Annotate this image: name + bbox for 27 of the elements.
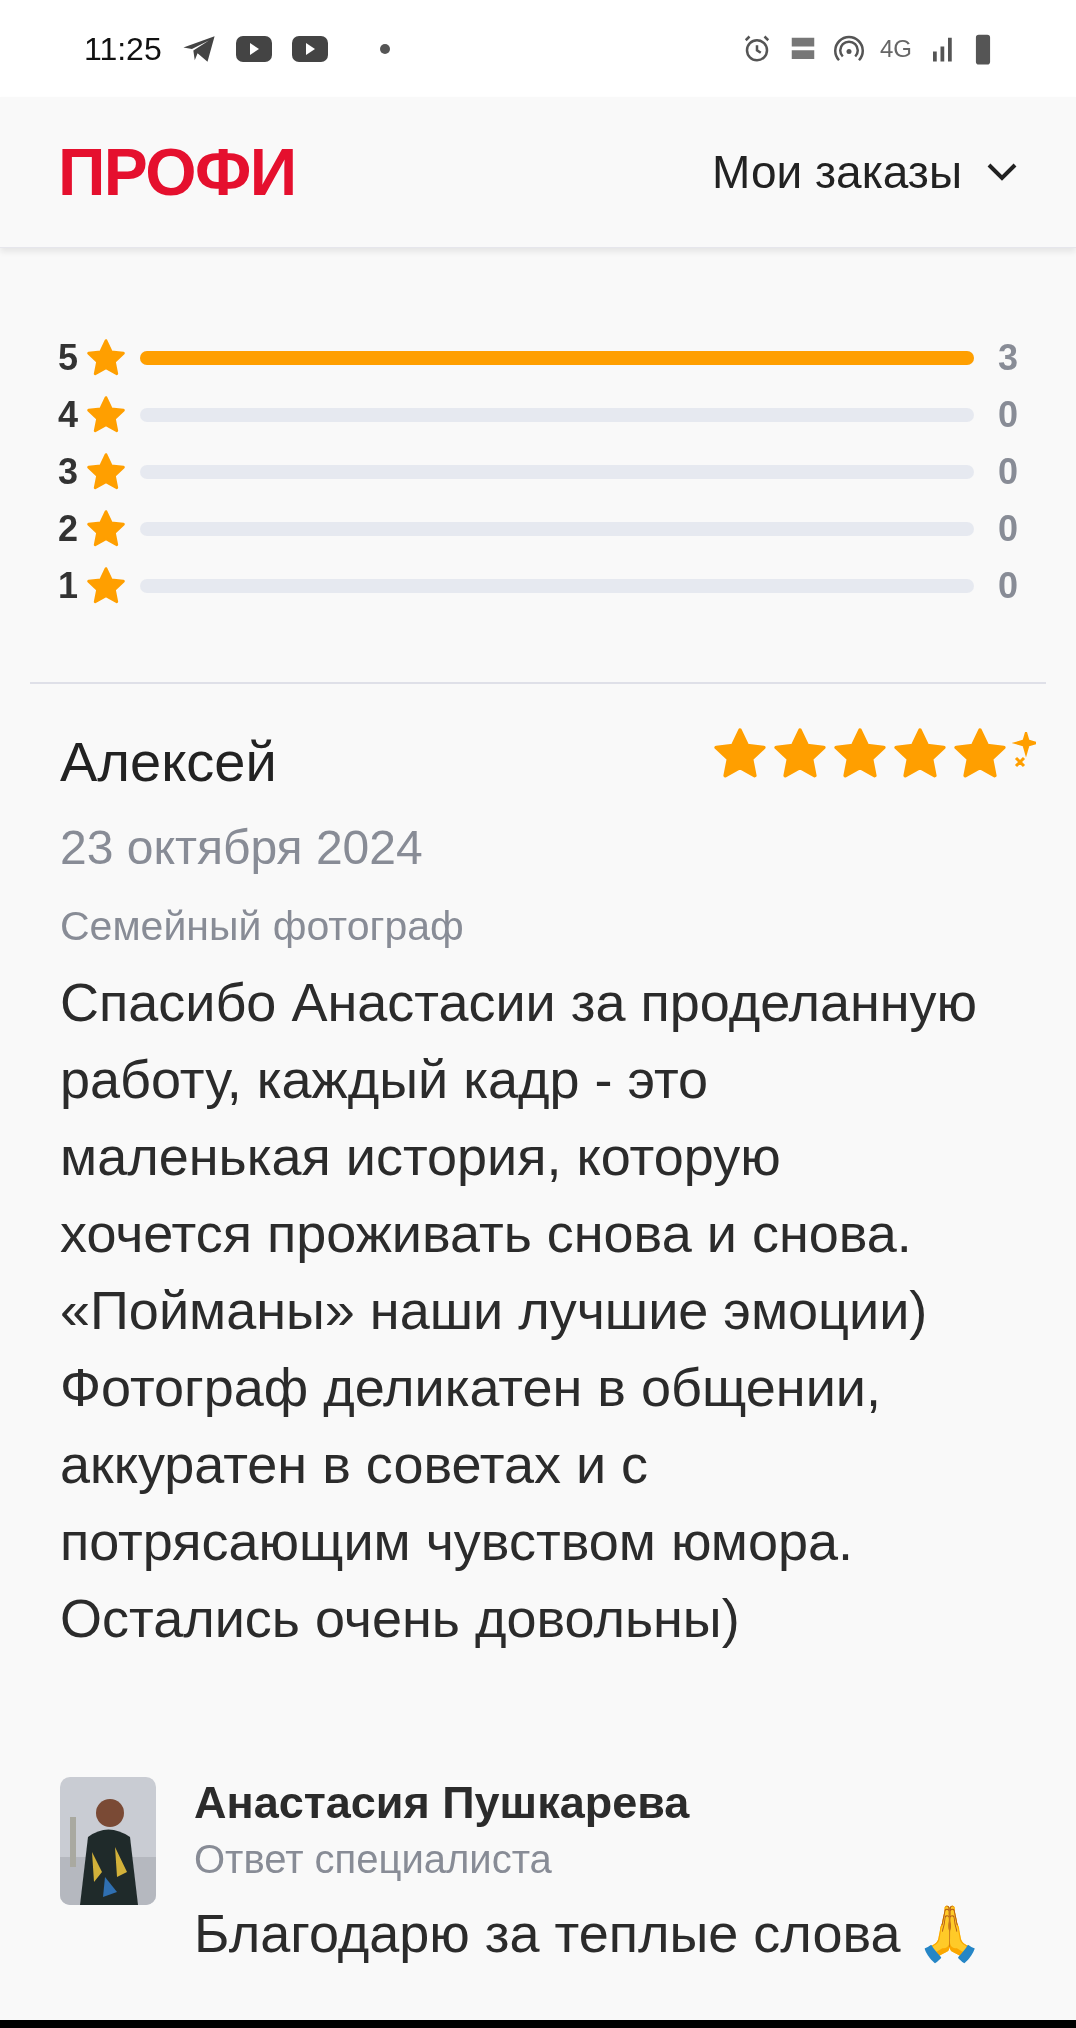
review-count: 0 [996, 507, 1018, 551]
play-icon [291, 35, 328, 62]
review-count: 3 [996, 336, 1018, 380]
review-text: Спасибо Анастасии за проделанную работу, каждый кадр - это маленькая история, которую хочется проживать снова и снова. «Пойманы» наши лучшие эмоции) Фотограф деликатен в общении, аккуратен в советах и с потрясающим чувством юмора. Остались очень довольны) [60, 970, 979, 1650]
network-type: 4G [880, 33, 912, 64]
reply-label: Ответ специалиста [194, 1835, 553, 1883]
chevron-icon [986, 162, 1018, 182]
service-name: Семейный фотограф [60, 902, 465, 951]
review-date: 23 октября 2024 [60, 820, 424, 876]
clock-time: 11:25 [84, 29, 162, 69]
logo[interactable]: ПРОФИ [58, 122, 296, 222]
specialist-name: Анастасия Пушкарева [194, 1776, 691, 1829]
grade-label: 3 [58, 450, 80, 494]
play-icon [235, 35, 272, 62]
reply-text: Благодарю за теплые слова 🙏 [194, 1901, 983, 1965]
review-count: 0 [996, 450, 1018, 494]
paper-plane-icon [181, 33, 216, 64]
grade-label: 5 [58, 336, 80, 380]
grade-label: 4 [58, 393, 80, 437]
alarm-icon [742, 33, 772, 64]
grade-label: 2 [58, 507, 80, 551]
grade-label: 1 [58, 564, 80, 608]
review-count: 0 [996, 564, 1018, 608]
review-count: 0 [996, 393, 1018, 437]
orders-menu[interactable]: Мои заказы [712, 137, 1018, 207]
reviewer-name: Алексей [60, 729, 277, 795]
hotspot-icon [834, 33, 864, 64]
